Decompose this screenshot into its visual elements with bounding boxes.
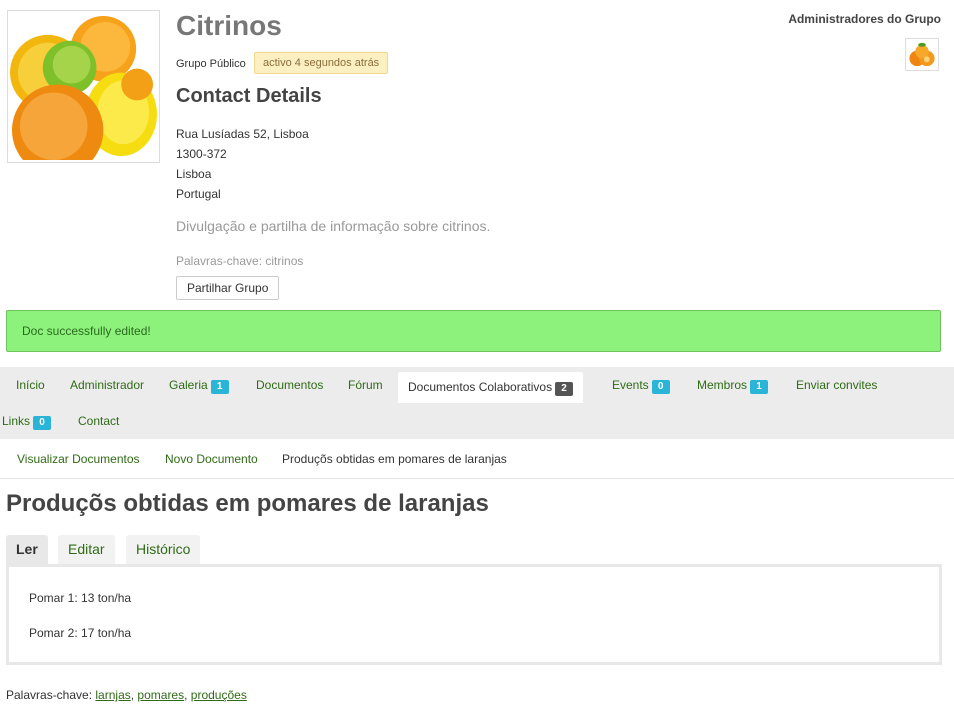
nav-item-galeria[interactable]: Galeria 1 <box>159 367 239 403</box>
nav-item-events[interactable]: Events 0 <box>602 367 680 403</box>
nav-item-documentos-colaborativos[interactable]: Documentos Colaborativos 2 <box>398 372 584 403</box>
document-line: Pomar 1: 13 ton/ha <box>29 591 132 605</box>
nav-item-links[interactable]: Links 0 <box>0 403 61 439</box>
address-city: Lisboa <box>176 167 212 181</box>
nav-item-label: Contact <box>78 414 120 428</box>
nav-item-label: Documentos Colaborativos <box>408 380 553 394</box>
nav-item-label: Fórum <box>348 378 383 392</box>
nav-item-label: Documentos <box>256 378 324 392</box>
count-badge: 0 <box>33 416 52 430</box>
orange-fruit-avatar <box>907 40 937 69</box>
nav-item-administrador[interactable]: Administrador <box>60 367 154 403</box>
group-header: Citrinos Grupo Público activo 4 segundos… <box>0 0 954 305</box>
nav-item-label: Links <box>2 414 31 428</box>
group-keywords: Palavras-chave: citrinos <box>176 254 304 268</box>
document-keywords: Palavras-chave: larnjas, pomares, produç… <box>6 688 247 702</box>
success-alert: Doc successfully edited! <box>6 310 941 352</box>
keyword-link[interactable]: produções <box>191 688 247 702</box>
tab-historico[interactable]: Histórico <box>126 535 201 564</box>
document-line: Pomar 2: 17 ton/ha <box>29 626 132 640</box>
keyword-link[interactable]: larnjas <box>95 688 130 702</box>
group-admins-heading: Administradores do Grupo <box>788 12 941 26</box>
activity-status-badge: activo 4 segundos atrás <box>254 52 389 74</box>
documents-sub-nav: Visualizar Documentos Novo Documento Pro… <box>0 441 954 479</box>
address-country: Portugal <box>176 187 221 201</box>
subnav-item-novo-documento[interactable]: Novo Documento <box>165 441 258 477</box>
nav-item-inicio[interactable]: Início <box>6 367 55 403</box>
nav-item-label: Início <box>16 378 45 392</box>
nav-item-label: Membros <box>697 378 748 392</box>
tab-editar[interactable]: Editar <box>58 535 115 564</box>
citrus-fruit-image <box>10 13 157 160</box>
document-title: Produçõs obtidas em pomares de laranjas <box>6 490 489 517</box>
nav-item-enviar-convites[interactable]: Enviar convites <box>786 367 887 403</box>
subnav-item-current-document: Produçõs obtidas em pomares de laranjas <box>282 452 507 466</box>
nav-item-label: Enviar convites <box>796 378 878 392</box>
tab-ler[interactable]: Ler <box>6 535 48 564</box>
address-block: Rua Lusíadas 52, Lisboa 1300-372 Lisboa … <box>176 124 309 204</box>
group-title: Citrinos <box>176 10 282 41</box>
nav-item-label: Events <box>612 378 649 392</box>
group-type-label: Grupo Público <box>176 58 246 70</box>
nav-item-label: Administrador <box>70 378 145 392</box>
nav-item-label: Galeria <box>169 378 208 392</box>
count-badge: 2 <box>555 382 574 396</box>
count-badge: 1 <box>210 380 229 394</box>
contact-details-heading: Contact Details <box>176 85 322 107</box>
nav-item-membros[interactable]: Membros 1 <box>687 367 778 403</box>
address-street: Rua Lusíadas 52, Lisboa <box>176 127 309 141</box>
address-postcode: 1300-372 <box>176 147 227 161</box>
count-badge: 0 <box>651 380 670 394</box>
keywords-label: Palavras-chave: <box>6 688 93 702</box>
document-content-panel: Pomar 1: 13 ton/ha Pomar 2: 17 ton/ha <box>6 564 942 665</box>
group-avatar <box>7 10 160 163</box>
subnav-item-visualizar-documentos[interactable]: Visualizar Documentos <box>17 441 140 477</box>
group-main-nav: Início Administrador Galeria 1 Documentos… <box>0 367 954 439</box>
nav-item-forum[interactable]: Fórum <box>338 367 393 403</box>
group-description: Divulgação e partilha de informação sobr… <box>176 218 491 234</box>
admin-avatar[interactable] <box>905 38 939 71</box>
nav-item-contact[interactable]: Contact <box>68 403 129 439</box>
nav-item-documentos[interactable]: Documentos <box>246 367 333 403</box>
count-badge: 1 <box>750 380 769 394</box>
share-group-button[interactable]: Partilhar Grupo <box>176 276 280 300</box>
keyword-link[interactable]: pomares <box>137 688 184 702</box>
